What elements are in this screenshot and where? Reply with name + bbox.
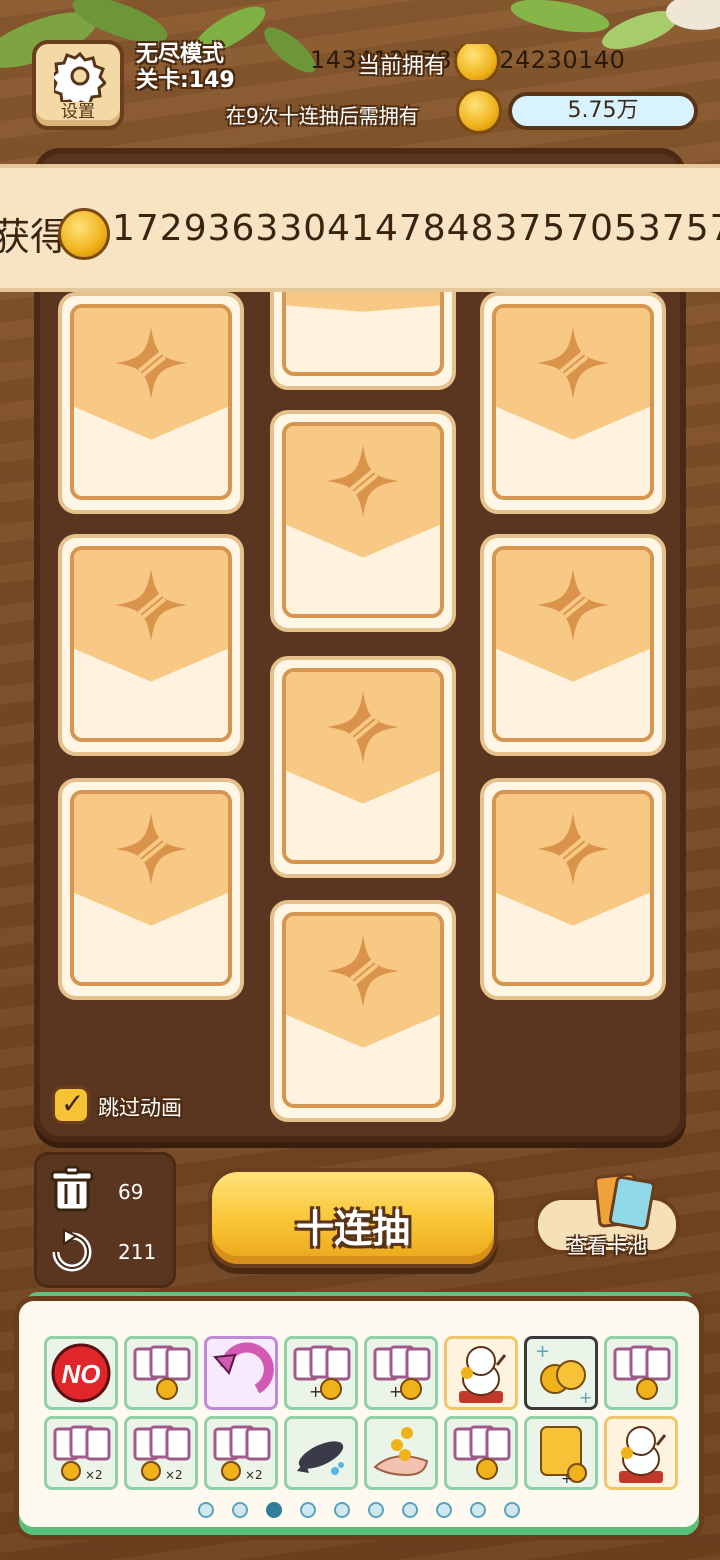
draw-card[interactable] — [58, 778, 244, 1000]
fish-icon[interactable] — [284, 1416, 358, 1490]
cards-coin-plus-icon[interactable]: + — [284, 1336, 358, 1410]
page-dot[interactable] — [300, 1502, 316, 1518]
sparkle-icon — [115, 569, 187, 642]
svg-text:NO: NO — [62, 1359, 101, 1389]
gear-icon — [54, 51, 106, 102]
page-dot[interactable] — [232, 1502, 248, 1518]
draw-card[interactable] — [270, 410, 456, 632]
cards-coin-icon[interactable] — [124, 1336, 198, 1410]
no-icon[interactable]: NO — [44, 1336, 118, 1410]
reward-amount: 17293633041478483757053757513 — [112, 208, 720, 249]
refresh-icon[interactable] — [50, 1228, 94, 1276]
page-dot[interactable] — [198, 1502, 214, 1518]
coins-owned: 14341277815424230140 当前拥有 — [310, 44, 720, 80]
checkmark-icon: ✓ — [61, 1087, 85, 1120]
sparkle-icon — [537, 813, 609, 886]
draw-card[interactable] — [58, 292, 244, 514]
page-dot-active[interactable] — [266, 1502, 282, 1518]
draw-card[interactable] — [270, 900, 456, 1122]
settings-button[interactable]: 设置 — [32, 40, 124, 130]
hand-coin-icon[interactable] — [364, 1416, 438, 1490]
draw-ten-label: 十连抽 — [295, 1207, 410, 1251]
cards-coin-x2-icon[interactable]: ×2 — [44, 1416, 118, 1490]
draw-card[interactable] — [58, 534, 244, 756]
counter-panel: 69 211 — [34, 1152, 176, 1288]
draw-card[interactable] — [270, 656, 456, 878]
page-dot[interactable] — [334, 1502, 350, 1518]
lucky-cat-icon[interactable] — [444, 1336, 518, 1410]
cards-coin-icon[interactable] — [604, 1336, 678, 1410]
skip-animation-checkbox[interactable]: ✓ — [52, 1086, 90, 1124]
svg-text:+: + — [579, 1388, 592, 1407]
sparkle-icon — [327, 935, 399, 1008]
undo-arrow-icon[interactable] — [204, 1336, 278, 1410]
view-card-pool-label: 查看卡池 — [567, 1234, 647, 1258]
trash-count: 69 — [118, 1180, 144, 1204]
svg-text:+: + — [389, 1382, 402, 1401]
page-dot[interactable] — [436, 1502, 452, 1518]
svg-text:×2: ×2 — [165, 1468, 183, 1482]
cards-coin-plus-icon[interactable]: + — [364, 1336, 438, 1410]
coin-icon — [58, 208, 110, 260]
svg-text:+: + — [535, 1341, 550, 1362]
svg-text:×2: ×2 — [245, 1468, 263, 1482]
coins-owned-label: 当前拥有 — [358, 54, 447, 79]
lucky-cat-icon[interactable] — [604, 1416, 678, 1490]
required-coins-label: 在9次十连抽后需拥有 — [226, 104, 419, 128]
skip-animation-label: 跳过动画 — [98, 1096, 182, 1120]
svg-text:+: + — [561, 1471, 573, 1487]
coin-icon — [454, 44, 500, 80]
draw-card[interactable] — [480, 292, 666, 514]
draw-ten-button[interactable]: 十连抽 — [208, 1168, 498, 1268]
item-tray — [14, 1296, 704, 1540]
sparkle-icon — [327, 445, 399, 518]
sparkle-icon — [537, 327, 609, 400]
page-dot[interactable] — [504, 1502, 520, 1518]
reward-banner: 获得 17293633041478483757053757513 — [0, 164, 720, 292]
page-dot[interactable] — [402, 1502, 418, 1518]
cards-coin-icon[interactable] — [444, 1416, 518, 1490]
sparkle-icon — [115, 327, 187, 400]
refresh-count: 211 — [118, 1240, 157, 1264]
page-dot[interactable] — [368, 1502, 384, 1518]
level-indicator: 关卡:149 — [136, 68, 235, 93]
coin-bag-icon[interactable]: + — [524, 1416, 598, 1490]
cards-coin-x2-icon[interactable]: ×2 — [204, 1416, 278, 1490]
sparkle-icon — [537, 569, 609, 642]
draw-card[interactable] — [480, 534, 666, 756]
svg-text:×2: ×2 — [85, 1468, 103, 1482]
page-dot[interactable] — [470, 1502, 486, 1518]
view-card-pool-button[interactable]: 查看卡池 — [534, 1171, 680, 1258]
settings-label: 设置 — [61, 102, 95, 122]
svg-text:+: + — [309, 1382, 322, 1401]
required-coins-value: 5.75万 — [508, 92, 698, 130]
coin-plus-icon[interactable]: + + — [524, 1336, 598, 1410]
coin-icon — [456, 88, 502, 134]
question-card-icon — [607, 1174, 657, 1232]
sparkle-icon — [327, 691, 399, 764]
sparkle-icon — [115, 813, 187, 886]
draw-card[interactable] — [480, 778, 666, 1000]
cards-coin-x2-icon[interactable]: ×2 — [124, 1416, 198, 1490]
trash-icon[interactable] — [50, 1166, 94, 1214]
